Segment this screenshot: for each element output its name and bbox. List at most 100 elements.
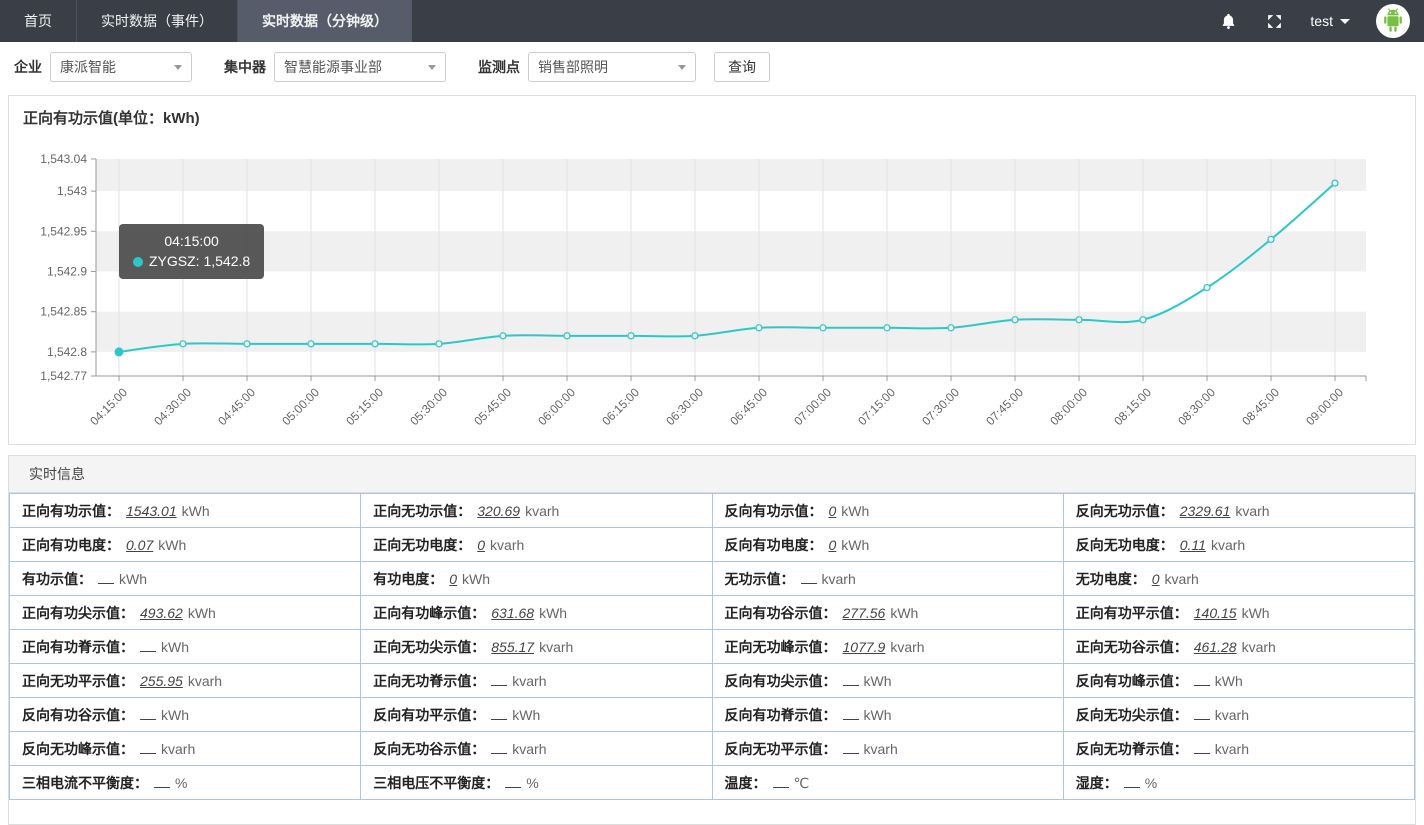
metric-unit: kWh — [1215, 673, 1243, 689]
metric-value[interactable]: 631.68 — [491, 605, 534, 621]
metric-value[interactable]: 855.17 — [491, 639, 534, 655]
metric-label: 正向有功示值： — [22, 503, 120, 519]
metric-label: 正向无功谷示值： — [1076, 639, 1188, 655]
metric-value[interactable]: 461.28 — [1194, 639, 1237, 655]
metric-cell: 无功示值：kvarh — [712, 562, 1063, 596]
table-row: 反向无功峰示值：kvarh反向无功谷示值：kvarh反向无功平示值：kvarh反… — [10, 732, 1415, 766]
metric-label: 湿度： — [1076, 775, 1118, 791]
chevron-down-icon — [678, 65, 686, 70]
metric-unit: kWh — [119, 571, 147, 587]
svg-text:04:45:00: 04:45:00 — [215, 385, 258, 428]
metric-label: 三相电流不平衡度： — [22, 775, 148, 791]
metric-value-blank — [1194, 741, 1210, 754]
metric-value[interactable]: 320.69 — [477, 503, 520, 519]
point-select-value: 销售部照明 — [538, 57, 608, 77]
metric-unit: kvarh — [490, 537, 524, 553]
metric-value[interactable]: 1543.01 — [126, 503, 177, 519]
metric-value[interactable]: 1077.9 — [843, 639, 886, 655]
metric-cell: 有功示值：kWh — [10, 562, 361, 596]
metric-label: 有功电度： — [373, 571, 443, 587]
metric-label: 反向有功谷示值： — [22, 707, 134, 723]
metric-value-blank — [154, 775, 170, 788]
metric-value[interactable]: 0 — [1152, 571, 1160, 587]
metric-cell: 反向有功脊示值：kWh — [712, 698, 1063, 732]
metric-unit: % — [175, 775, 187, 791]
concentrator-select-value: 智慧能源事业部 — [284, 57, 382, 77]
svg-text:05:15:00: 05:15:00 — [343, 385, 386, 428]
metric-label: 反向有功尖示值： — [725, 673, 837, 689]
metric-value[interactable]: 140.15 — [1194, 605, 1237, 621]
metric-label: 正向无功尖示值： — [373, 639, 485, 655]
metric-value-blank — [1194, 673, 1210, 686]
metric-value-blank — [843, 707, 859, 720]
metric-cell: 正向无功谷示值：461.28kvarh — [1063, 630, 1414, 664]
svg-text:1,542.85: 1,542.85 — [40, 305, 87, 319]
metric-value[interactable]: 0 — [477, 537, 485, 553]
svg-text:06:15:00: 06:15:00 — [599, 385, 642, 428]
metric-unit: kvarh — [161, 741, 195, 757]
metric-value[interactable]: 255.95 — [140, 673, 183, 689]
notification-bell-icon[interactable] — [1218, 11, 1238, 31]
query-button[interactable]: 查询 — [714, 52, 770, 82]
metric-label: 正向无功峰示值： — [725, 639, 837, 655]
chart-panel: 正向有功示值(单位：kWh) 1,543.041,5431,542.951,54… — [8, 95, 1416, 445]
metric-unit: kvarh — [525, 503, 559, 519]
concentrator-select[interactable]: 智慧能源事业部 — [274, 52, 446, 82]
metric-cell: 湿度：% — [1063, 766, 1414, 800]
svg-text:06:45:00: 06:45:00 — [727, 385, 770, 428]
metric-cell: 正向有功平示值：140.15kWh — [1063, 596, 1414, 630]
avatar[interactable] — [1376, 4, 1410, 38]
metric-label: 三相电压不平衡度： — [373, 775, 499, 791]
metric-value[interactable]: 0 — [449, 571, 457, 587]
point-label: 监测点 — [478, 57, 520, 77]
metric-label: 正向有功谷示值： — [725, 605, 837, 621]
metric-unit: kvarh — [539, 639, 573, 655]
metric-label: 无功电度： — [1076, 571, 1146, 587]
metric-unit: ℃ — [794, 775, 810, 791]
svg-text:07:30:00: 07:30:00 — [919, 385, 962, 428]
metric-unit: kWh — [841, 537, 869, 553]
metric-unit: kvarh — [1215, 707, 1249, 723]
metric-value[interactable]: 493.62 — [140, 605, 183, 621]
metric-value[interactable]: 0.07 — [126, 537, 153, 553]
metric-value-blank — [843, 741, 859, 754]
metric-unit: kvarh — [864, 741, 898, 757]
metric-unit: kvarh — [890, 639, 924, 655]
metric-label: 反向有功电度： — [725, 537, 823, 553]
point-select[interactable]: 销售部照明 — [528, 52, 696, 82]
metric-label: 反向无功电度： — [1076, 537, 1174, 553]
metric-value[interactable]: 277.56 — [843, 605, 886, 621]
metric-value[interactable]: 0.11 — [1180, 537, 1206, 553]
line-chart[interactable]: 1,543.041,5431,542.951,542.91,542.851,54… — [9, 96, 1415, 442]
metric-cell: 正向无功平示值：255.95kvarh — [10, 664, 361, 698]
chevron-down-icon — [1340, 19, 1350, 24]
concentrator-label: 集中器 — [224, 57, 266, 77]
metric-value[interactable]: 0 — [829, 537, 837, 553]
metric-value-blank — [1124, 775, 1140, 788]
metric-label: 正向无功脊示值： — [373, 673, 485, 689]
metric-value[interactable]: 2329.61 — [1180, 503, 1231, 519]
realtime-panel: 实时信息 正向有功示值：1543.01kWh正向无功示值：320.69kvarh… — [8, 455, 1416, 825]
metric-value[interactable]: 0 — [829, 503, 837, 519]
metric-cell: 正向有功电度：0.07kWh — [10, 528, 361, 562]
metric-label: 反向有功示值： — [725, 503, 823, 519]
user-menu[interactable]: test — [1310, 13, 1350, 29]
enterprise-select[interactable]: 康派智能 — [50, 52, 192, 82]
nav-right-group: test — [1218, 0, 1424, 42]
svg-text:05:45:00: 05:45:00 — [471, 385, 514, 428]
nav-tab-1[interactable]: 实时数据（事件） — [77, 0, 238, 42]
table-row: 反向有功谷示值：kWh反向有功平示值：kWh反向有功脊示值：kWh反向无功尖示值… — [10, 698, 1415, 732]
svg-text:08:00:00: 08:00:00 — [1047, 385, 1090, 428]
metric-unit: kvarh — [188, 673, 222, 689]
metric-cell: 反向无功尖示值：kvarh — [1063, 698, 1414, 732]
fullscreen-icon[interactable] — [1264, 11, 1284, 31]
metric-value-blank — [491, 673, 507, 686]
metric-cell: 正向有功尖示值：493.62kWh — [10, 596, 361, 630]
svg-text:07:45:00: 07:45:00 — [983, 385, 1026, 428]
metric-label: 反向有功脊示值： — [725, 707, 837, 723]
metric-label: 正向有功平示值： — [1076, 605, 1188, 621]
metric-label: 正向无功示值： — [373, 503, 471, 519]
nav-tab-2[interactable]: 实时数据（分钟级） — [238, 0, 412, 42]
filter-bar: 企业 康派智能 集中器 智慧能源事业部 监测点 销售部照明 查询 — [0, 42, 1424, 92]
nav-tab-0[interactable]: 首页 — [0, 0, 77, 42]
